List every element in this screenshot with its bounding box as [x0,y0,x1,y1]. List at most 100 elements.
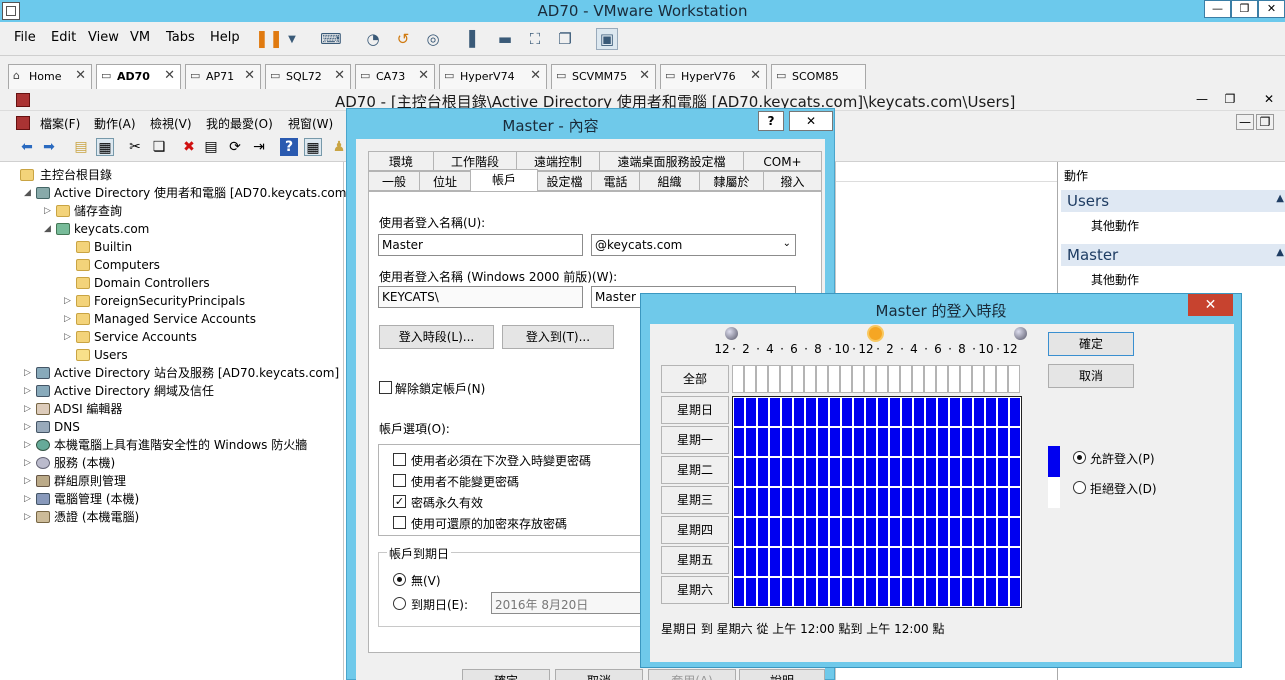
hour-cell[interactable] [745,397,757,427]
hour-cell[interactable] [865,517,877,547]
collapsed-arrow-icon[interactable]: ▷ [24,508,34,526]
hour-cell[interactable] [1009,457,1021,487]
properties-close-button[interactable]: ✕ [789,111,833,131]
snapshot-manager-icon[interactable]: ◎ [422,28,444,50]
tree-node-ad-sites[interactable]: ▷ Active Directory 站台及服務 [AD70.keycats.co… [24,364,344,382]
snapshot-icon[interactable]: ◔ [362,28,384,50]
hour-cell[interactable] [973,517,985,547]
tab-remote-control[interactable]: 遠端控制 [516,151,600,171]
hour-cell[interactable] [829,547,841,577]
collapsed-arrow-icon[interactable]: ▷ [24,400,34,418]
collapsed-arrow-icon[interactable]: ▷ [24,382,34,400]
tab-ad70[interactable]: ▭ AD70 ✕ [96,64,181,89]
hour-cell[interactable] [877,547,889,577]
hour-cell[interactable] [985,397,997,427]
hour-cell[interactable] [817,487,829,517]
show-hide-tree-icon[interactable]: ▦ [96,138,114,156]
hour-cell[interactable] [769,457,781,487]
export-icon[interactable]: ⇥ [250,138,268,156]
option-checkbox-reversible[interactable] [393,516,406,529]
hour-header-cell[interactable] [864,365,876,393]
tree-node-console-root[interactable]: 主控台根目錄 [14,166,314,184]
tab-general[interactable]: 一般 [368,171,420,191]
hour-cell[interactable] [889,457,901,487]
hour-cell[interactable] [745,427,757,457]
help-dialog-button[interactable]: 說明 [739,669,825,680]
hour-cell[interactable] [829,397,841,427]
tree-node-users[interactable]: Users [64,346,324,364]
hour-cell[interactable] [733,427,745,457]
help-button[interactable]: ? [758,111,784,131]
thumbnail-bar-icon[interactable]: ▬ [494,28,516,50]
hour-cell[interactable] [829,427,841,457]
collapsed-arrow-icon[interactable]: ▷ [24,364,34,382]
hours-cancel-button[interactable]: 取消 [1048,364,1134,388]
hour-header-cell[interactable] [756,365,768,393]
hour-cell[interactable] [925,397,937,427]
hour-cell[interactable] [865,397,877,427]
hour-cell[interactable] [841,457,853,487]
hour-cell[interactable] [973,457,985,487]
hour-cell[interactable] [829,517,841,547]
hour-cell[interactable] [925,457,937,487]
action-section-users[interactable]: Users ▲ [1061,190,1285,212]
menu-file[interactable]: File [14,30,36,45]
menu-window-zh[interactable]: 視窗(W) [288,115,333,132]
child-restore-button[interactable]: ❐ [1256,114,1274,130]
tree-node-adsi-edit[interactable]: ▷ ADSI 編輯器 [24,400,344,418]
hour-cell[interactable] [853,487,865,517]
copy-icon[interactable]: ❏ [150,138,168,156]
hour-cell[interactable] [985,547,997,577]
back-icon[interactable]: ⬅ [18,138,36,156]
mmc-maximize-button[interactable]: ❐ [1218,91,1242,108]
delete-icon[interactable]: ✖ [180,138,198,156]
tab-rds-profile[interactable]: 遠端桌面服務設定檔 [599,151,744,171]
close-icon[interactable]: ✕ [530,68,541,83]
collapsed-arrow-icon[interactable]: ▷ [64,328,74,346]
hour-cell[interactable] [937,487,949,517]
hour-cell[interactable] [865,547,877,577]
hour-cell[interactable] [781,457,793,487]
tab-profile[interactable]: 設定檔 [537,171,592,191]
hour-header-cell[interactable] [744,365,756,393]
hour-cell[interactable] [853,397,865,427]
menu-tabs[interactable]: Tabs [166,30,195,45]
tree-node-service-accounts[interactable]: ▷ Service Accounts [64,328,324,346]
close-icon[interactable]: ✕ [639,68,650,83]
hour-cell[interactable] [961,577,973,607]
hour-cell[interactable] [973,427,985,457]
hour-cell[interactable] [757,397,769,427]
hour-header-cell[interactable] [924,365,936,393]
logon-hours-close-button[interactable]: ✕ [1188,294,1233,316]
child-minimize-button[interactable]: — [1236,114,1254,130]
domain-suffix-select[interactable]: @keycats.com ⌄ [591,234,796,256]
menu-action-zh[interactable]: 動作(A) [94,115,136,132]
hour-cell[interactable] [973,577,985,607]
tab-ap71[interactable]: ▭ AP71 ✕ [185,64,261,89]
expanded-arrow-icon[interactable]: ◢ [24,184,34,202]
day-button-friday[interactable]: 星期五 [661,546,729,574]
collapsed-arrow-icon[interactable]: ▷ [24,472,34,490]
permit-logon-radio[interactable] [1073,451,1086,464]
hour-cell[interactable] [901,547,913,577]
hour-cell[interactable] [985,517,997,547]
hour-cell[interactable] [757,547,769,577]
day-button-sunday[interactable]: 星期日 [661,396,729,424]
tab-organization[interactable]: 組織 [639,171,700,191]
console-view-icon[interactable]: ▣ [596,28,618,50]
tab-ca73[interactable]: ▭ CA73 ✕ [355,64,435,89]
hour-cell[interactable] [805,577,817,607]
help-icon[interactable]: ? [280,138,298,156]
collapsed-arrow-icon[interactable]: ▷ [64,310,74,328]
hour-cell[interactable] [853,427,865,457]
day-button-wednesday[interactable]: 星期三 [661,486,729,514]
menu-view[interactable]: View [88,30,119,45]
hour-cell[interactable] [853,457,865,487]
never-radio[interactable] [393,573,406,586]
hour-cell[interactable] [973,487,985,517]
hour-cell[interactable] [925,547,937,577]
hour-cell[interactable] [733,397,745,427]
hour-header-cell[interactable] [984,365,996,393]
close-icon[interactable]: ✕ [244,68,255,83]
hour-cell[interactable] [841,427,853,457]
